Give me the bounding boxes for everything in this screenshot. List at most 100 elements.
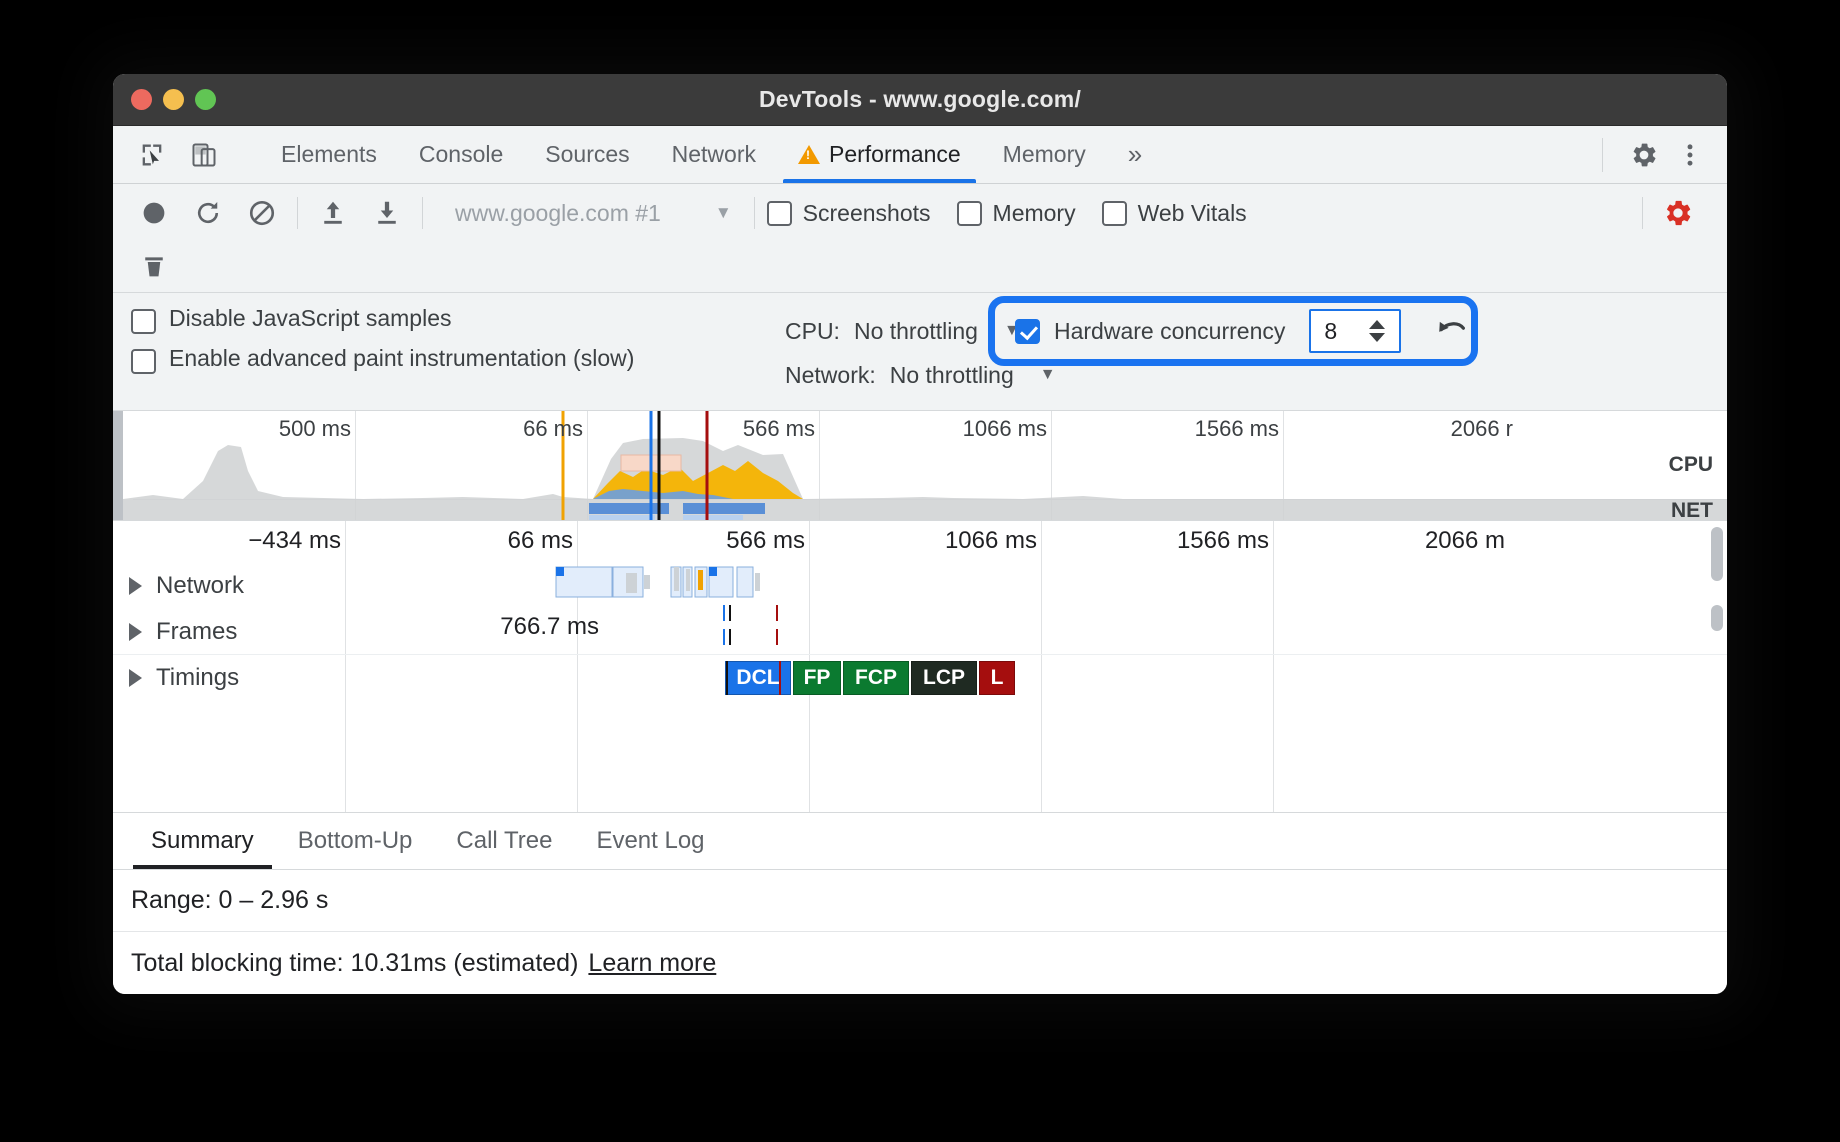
capture-settings-panel: Disable JavaScript samples Enable advanc… xyxy=(113,293,1727,411)
checkbox-web-vitals[interactable]: Web Vitals xyxy=(1102,200,1247,227)
disable-js-samples-checkbox-box[interactable] xyxy=(131,309,156,334)
track-frames-label: Frames xyxy=(156,618,237,646)
hardware-concurrency-value: 8 xyxy=(1311,318,1337,345)
save-profile-icon[interactable] xyxy=(360,190,414,236)
checkbox-memory[interactable]: Memory xyxy=(957,200,1076,227)
tab-performance-label: Performance xyxy=(829,141,961,168)
track-network-header[interactable]: Network xyxy=(113,572,341,600)
chevron-right-icon[interactable] xyxy=(129,623,142,641)
capture-settings-left-column: Disable JavaScript samples Enable advanc… xyxy=(131,306,634,386)
chevron-double-right-icon: » xyxy=(1128,139,1142,170)
session-dropdown-caret-icon[interactable]: ▼ xyxy=(715,203,732,223)
timing-badge-dcl[interactable]: DCL xyxy=(725,661,791,695)
chevron-right-icon[interactable] xyxy=(129,669,142,687)
tab-memory-label: Memory xyxy=(1003,141,1086,168)
screenshots-checkbox-box[interactable] xyxy=(767,201,792,226)
total-blocking-time-text: Total blocking time: 10.31ms (estimated) xyxy=(131,949,578,978)
tab-bottom-up[interactable]: Bottom-Up xyxy=(276,813,435,869)
tab-network[interactable]: Network xyxy=(651,126,777,183)
tab-performance[interactable]: Performance xyxy=(777,126,982,183)
overview-tick-3: 1066 ms xyxy=(963,416,1047,442)
track-timings-label: Timings xyxy=(156,664,239,692)
right-divider xyxy=(1602,138,1603,172)
tracks-tick-2: 566 ms xyxy=(726,527,805,555)
learn-more-link[interactable]: Learn more xyxy=(588,949,716,978)
advanced-paint-checkbox-box[interactable] xyxy=(131,349,156,374)
tab-elements[interactable]: Elements xyxy=(260,126,398,183)
timeline-overview[interactable]: 500 ms 66 ms 566 ms 1066 ms 1566 ms 2066… xyxy=(113,411,1727,521)
tracks-tick-3: 1066 ms xyxy=(945,527,1037,555)
network-throttling-caret-icon[interactable]: ▼ xyxy=(1040,366,1056,384)
checkbox-web-vitals-label: Web Vitals xyxy=(1138,200,1247,227)
tab-call-tree[interactable]: Call Tree xyxy=(434,813,574,869)
frames-markers xyxy=(341,603,1721,649)
cpu-throttling-value[interactable]: No throttling xyxy=(854,318,978,345)
undo-arrow-icon[interactable] xyxy=(1433,314,1471,348)
track-row-timings[interactable]: Timings DCL FP FCP LCP L xyxy=(113,655,1727,701)
checkbox-screenshots[interactable]: Screenshots xyxy=(767,200,931,227)
network-throttling-value[interactable]: No throttling xyxy=(890,362,1014,389)
track-network-label: Network xyxy=(156,572,244,600)
total-blocking-time-row: Total blocking time: 10.31ms (estimated)… xyxy=(113,932,1727,994)
timing-badge-l[interactable]: L xyxy=(979,661,1015,695)
tracks-tick-row: −434 ms 66 ms 566 ms 1066 ms 1566 ms 206… xyxy=(113,521,1727,563)
trash-icon[interactable] xyxy=(127,244,181,290)
tab-elements-label: Elements xyxy=(281,141,377,168)
web-vitals-checkbox-box[interactable] xyxy=(1102,201,1127,226)
hardware-concurrency-highlight: Hardware concurrency 8 xyxy=(988,296,1478,366)
tab-summary[interactable]: Summary xyxy=(129,813,276,869)
tab-memory[interactable]: Memory xyxy=(982,126,1107,183)
checkbox-memory-label: Memory xyxy=(993,200,1076,227)
tab-network-label: Network xyxy=(672,141,756,168)
devtools-window: DevTools - www.google.com/ xyxy=(113,74,1727,994)
track-timings-header[interactable]: Timings xyxy=(113,664,341,692)
inspect-element-icon[interactable] xyxy=(129,132,175,178)
tab-event-log-label: Event Log xyxy=(596,827,704,855)
tab-console[interactable]: Console xyxy=(398,126,524,183)
timeline-tracks[interactable]: −434 ms 66 ms 566 ms 1066 ms 1566 ms 206… xyxy=(113,521,1727,812)
cpu-throttling-label: CPU: xyxy=(785,318,840,345)
kebab-menu-icon[interactable] xyxy=(1667,132,1713,178)
tracks-scrollbar-thumb-bottom[interactable] xyxy=(1711,605,1723,631)
timing-badge-fcp[interactable]: FCP xyxy=(843,661,909,695)
performance-toolbar-row-2 xyxy=(127,242,1727,292)
memory-checkbox-box[interactable] xyxy=(957,201,982,226)
gear-icon[interactable] xyxy=(1621,132,1667,178)
tab-sources[interactable]: Sources xyxy=(524,126,650,183)
session-name[interactable]: www.google.com #1 xyxy=(455,200,661,227)
stepper-down-icon[interactable] xyxy=(1369,333,1385,342)
overview-grid: 500 ms 66 ms 566 ms 1066 ms 1566 ms 2066… xyxy=(123,411,1727,520)
timing-badges: DCL FP FCP LCP L xyxy=(113,655,1727,701)
hardware-concurrency-input[interactable]: 8 xyxy=(1309,309,1401,353)
tab-bottom-up-label: Bottom-Up xyxy=(298,827,413,855)
reload-record-icon[interactable] xyxy=(181,190,235,236)
checkbox-advanced-paint[interactable]: Enable advanced paint instrumentation (s… xyxy=(131,346,634,374)
hardware-concurrency-checkbox-box[interactable] xyxy=(1015,319,1040,344)
checkbox-disable-js-samples[interactable]: Disable JavaScript samples xyxy=(131,306,634,334)
tab-event-log[interactable]: Event Log xyxy=(574,813,726,869)
disable-js-samples-label: Disable JavaScript samples xyxy=(169,306,452,332)
record-circle-icon[interactable] xyxy=(127,190,181,236)
hardware-concurrency-stepper[interactable] xyxy=(1369,320,1385,342)
overview-tick-4: 1566 ms xyxy=(1195,416,1279,442)
clear-icon[interactable] xyxy=(235,190,289,236)
track-row-frames[interactable]: Frames 766.7 ms xyxy=(113,609,1727,655)
tab-strip-right-actions xyxy=(1584,126,1727,183)
more-tabs-button[interactable]: » xyxy=(1107,126,1163,183)
overview-left-handle[interactable] xyxy=(113,411,123,520)
device-toolbar-icon[interactable] xyxy=(181,132,227,178)
track-frames-header[interactable]: Frames xyxy=(113,618,341,646)
capture-checkboxes: Screenshots Memory Web Vitals xyxy=(767,200,1247,227)
tracks-scrollbar-thumb-top[interactable] xyxy=(1711,527,1723,581)
advanced-paint-label: Enable advanced paint instrumentation (s… xyxy=(169,346,634,372)
capture-settings-gear-icon[interactable] xyxy=(1651,190,1705,236)
checkbox-screenshots-label: Screenshots xyxy=(803,200,931,227)
timing-badge-lcp[interactable]: LCP xyxy=(911,661,977,695)
load-profile-icon[interactable] xyxy=(306,190,360,236)
window-title-bar: DevTools - www.google.com/ xyxy=(113,74,1727,126)
timing-badge-fp[interactable]: FP xyxy=(793,661,841,695)
summary-range-text: Range: 0 – 2.96 s xyxy=(131,886,328,915)
tab-call-tree-label: Call Tree xyxy=(456,827,552,855)
chevron-right-icon[interactable] xyxy=(129,577,142,595)
stepper-up-icon[interactable] xyxy=(1369,320,1385,329)
